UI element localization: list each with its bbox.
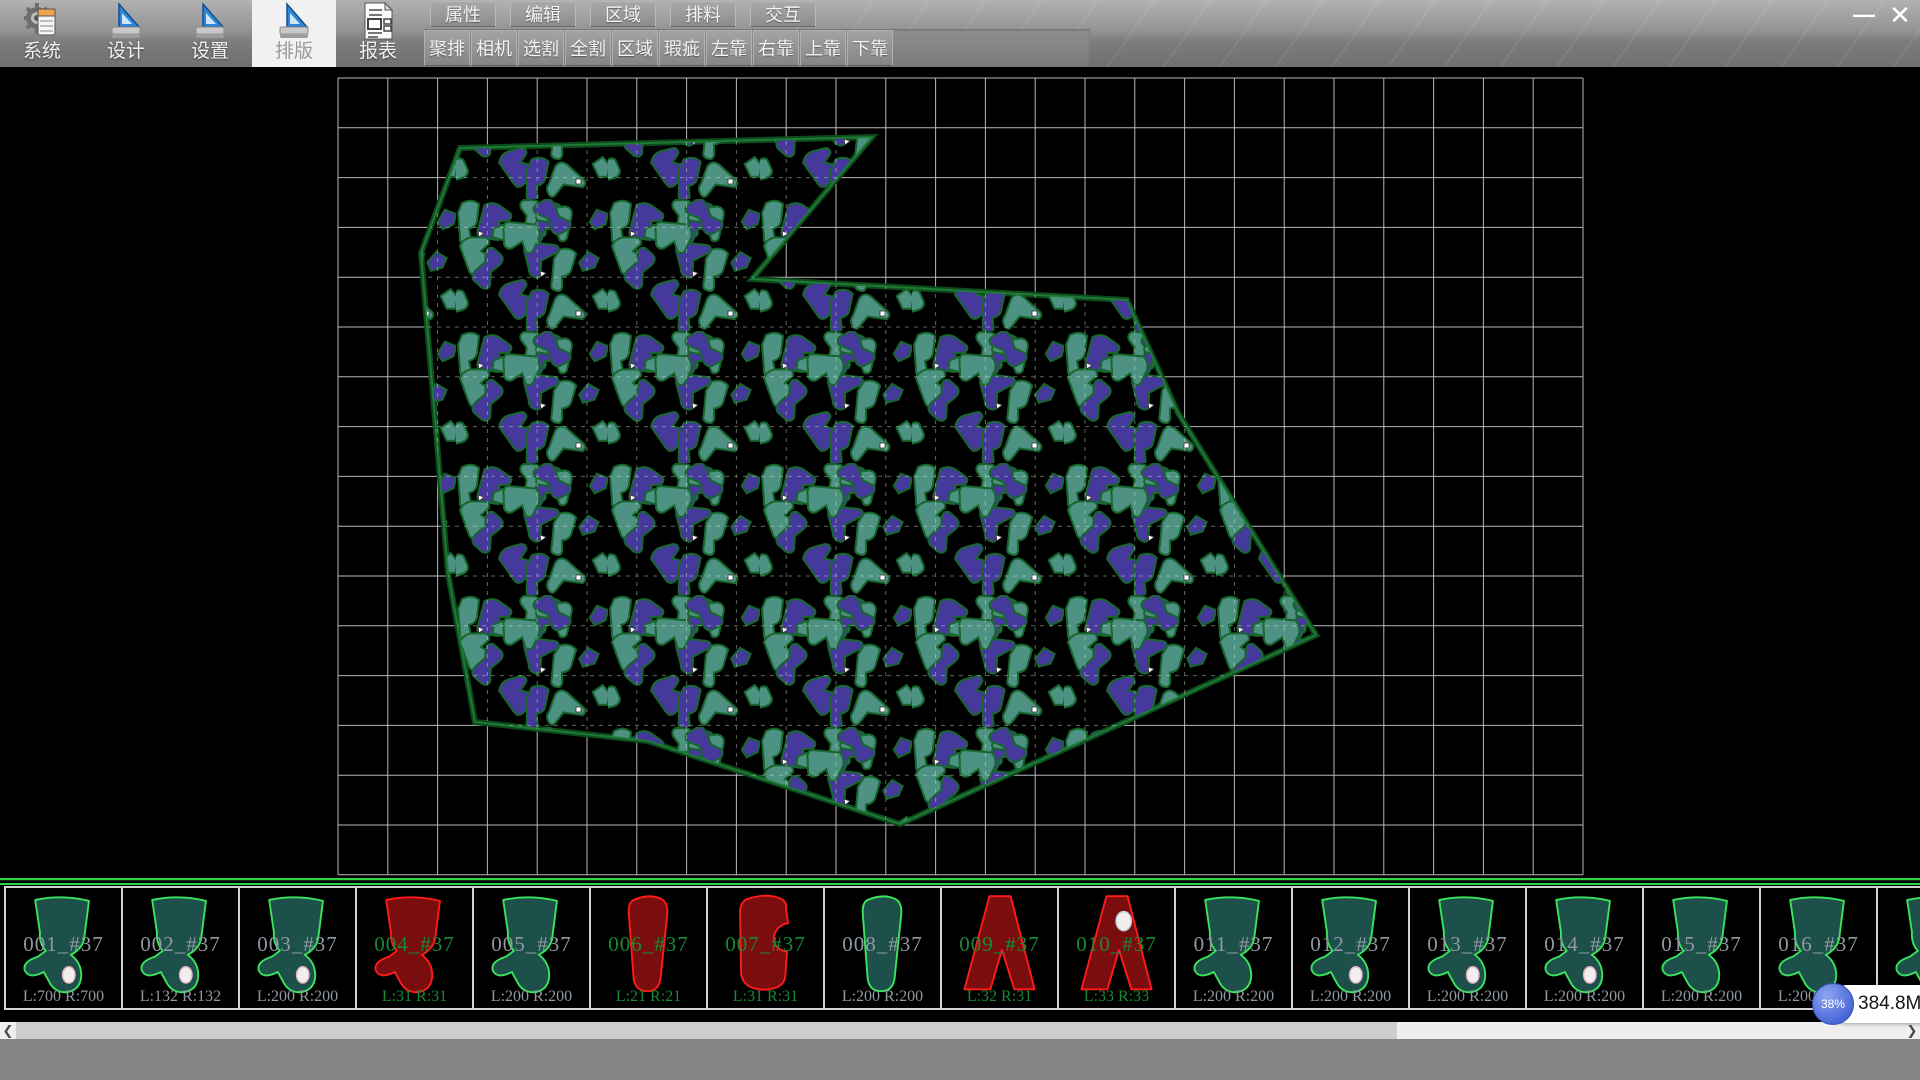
tool-button-瑕疵[interactable]: 瑕疵 <box>659 30 705 66</box>
piece-lr-count: L:200 R:200 <box>1644 988 1759 1006</box>
piece-lr-count: L:700 R:700 <box>6 988 121 1006</box>
piece-thumbnail-013_#37[interactable]: 013_#37 L:200 R:200 <box>1408 886 1525 1010</box>
tool-button-上靠[interactable]: 上靠 <box>800 30 846 66</box>
report-icon <box>358 1 398 41</box>
nav-tab-系统[interactable]: 系统 <box>0 0 84 67</box>
menu-row2: 聚排相机选割全割区域瑕疵左靠右靠上靠下靠 <box>424 30 894 66</box>
set-square-icon <box>190 1 230 41</box>
menu-button-属性[interactable]: 属性 <box>430 1 496 27</box>
piece-thumbnail-011_#37[interactable]: 011_#37 L:200 R:200 <box>1174 886 1291 1010</box>
piece-thumbnail-007_#37[interactable]: 007_#37 L:31 R:31 <box>706 886 823 1010</box>
app-window: 系统设计设置排版报表 属性编辑区域排料交互 聚排相机选割全割区域瑕疵左靠右靠上靠… <box>0 0 1920 1080</box>
piece-lr-count: L:200 R:200 <box>474 988 589 1006</box>
piece-thumbnail-003_#37[interactable]: 003_#37 L:200 R:200 <box>238 886 355 1010</box>
piece-name: 005_#37 <box>474 932 589 957</box>
main-nav-tabs: 系统 设计 设置 排版 报表 <box>0 0 420 67</box>
status-bar <box>0 1039 1920 1080</box>
piece-thumbnail-strip: 001_#37L:700 R:700002_#37L:132 R:132003_… <box>0 878 1920 1010</box>
piece-name: 008_#37 <box>825 932 940 957</box>
nav-tab-label: 报表 <box>359 41 397 63</box>
piece-name: 011_#37 <box>1176 932 1291 957</box>
piece-name: 006_#37 <box>591 932 706 957</box>
nav-tab-设计[interactable]: 设计 <box>84 0 168 67</box>
nesting-canvas[interactable] <box>0 67 1920 878</box>
nav-tab-设置[interactable]: 设置 <box>168 0 252 67</box>
piece-thumbnail-001_#37[interactable]: 001_#37 L:700 R:700 <box>4 886 121 1010</box>
piece-lr-count: L:33 R:33 <box>1059 988 1174 1006</box>
piece-name: 007_#37 <box>708 932 823 957</box>
tool-button-右靠[interactable]: 右靠 <box>753 30 799 66</box>
minimize-button[interactable]: — <box>1846 0 1882 30</box>
piece-thumbnail-010_#37[interactable]: 010_#37 L:33 R:33 <box>1057 886 1174 1010</box>
memory-percent-icon[interactable]: 38% <box>1812 983 1854 1025</box>
menu-button-排料[interactable]: 排料 <box>670 1 736 27</box>
piece-thumbnail-list: 001_#37L:700 R:700002_#37L:132 R:132003_… <box>0 886 1920 1010</box>
scrollbar-thumb[interactable] <box>16 1022 1397 1039</box>
tool-button-聚排[interactable]: 聚排 <box>424 30 470 66</box>
tool-button-下靠[interactable]: 下靠 <box>847 30 893 66</box>
piece-lr-count: L:200 R:200 <box>1293 988 1408 1006</box>
nav-tab-label: 排版 <box>275 41 313 63</box>
piece-lr-count: L:31 R:31 <box>708 988 823 1006</box>
window-controls: — ✕ <box>1846 0 1918 30</box>
menu-button-区域[interactable]: 区域 <box>590 1 656 27</box>
piece-lr-count: L:200 R:200 <box>1176 988 1291 1006</box>
piece-thumbnail-012_#37[interactable]: 012_#37 L:200 R:200 <box>1291 886 1408 1010</box>
piece-thumbnail-014_#37[interactable]: 014_#37 L:200 R:200 <box>1525 886 1642 1010</box>
piece-name: 013_#37 <box>1410 932 1525 957</box>
piece-lr-count: L:21 R:21 <box>591 988 706 1006</box>
piece-name: 009_#37 <box>942 932 1057 957</box>
tool-button-选割[interactable]: 选割 <box>518 30 564 66</box>
piece-lr-count: L:200 R:200 <box>825 988 940 1006</box>
menu-button-交互[interactable]: 交互 <box>750 1 816 27</box>
tool-button-全割[interactable]: 全割 <box>565 30 611 66</box>
piece-thumbnail-005_#37[interactable]: 005_#37 L:200 R:200 <box>472 886 589 1010</box>
set-square-icon <box>106 1 146 41</box>
close-button[interactable]: ✕ <box>1882 0 1918 30</box>
nav-tab-排版[interactable]: 排版 <box>252 0 336 67</box>
piece-thumbnail-004_#37[interactable]: 004_#37 L:31 R:31 <box>355 886 472 1010</box>
piece-name: 012_#37 <box>1293 932 1408 957</box>
menu-row1: 属性编辑区域排料交互 <box>430 1 830 28</box>
piece-thumbnail-002_#37[interactable]: 002_#37 L:132 R:132 <box>121 886 238 1010</box>
nav-tab-报表[interactable]: 报表 <box>336 0 420 67</box>
nav-tab-label: 设置 <box>191 41 229 63</box>
tool-button-区域[interactable]: 区域 <box>612 30 658 66</box>
piece-lr-count: L:200 R:200 <box>1410 988 1525 1006</box>
toolbar: 系统设计设置排版报表 属性编辑区域排料交互 聚排相机选割全割区域瑕疵左靠右靠上靠… <box>0 0 1920 69</box>
piece-thumbnail-009_#37[interactable]: 009_#37 L:32 R:31 <box>940 886 1057 1010</box>
piece-name: 001_#37 <box>6 932 121 957</box>
piece-name: 014_#37 <box>1527 932 1642 957</box>
tool-button-相机[interactable]: 相机 <box>471 30 517 66</box>
piece-name: 015_#37 <box>1644 932 1759 957</box>
piece-lr-count: L:132 R:132 <box>123 988 238 1006</box>
nav-tab-label: 系统 <box>23 41 61 63</box>
nav-tab-label: 设计 <box>107 41 145 63</box>
piece-name: 016_#37 <box>1761 932 1876 957</box>
horizontal-scrollbar[interactable]: ❮ ❯ <box>0 1022 1920 1039</box>
piece-name: 002_#37 <box>123 932 238 957</box>
piece-thumbnail-006_#37[interactable]: 006_#37 L:21 R:21 <box>589 886 706 1010</box>
scroll-left-icon[interactable]: ❮ <box>0 1022 16 1039</box>
piece-name: 010_#37 <box>1059 932 1174 957</box>
piece-thumbnail-008_#37[interactable]: 008_#37 L:200 R:200 <box>823 886 940 1010</box>
hide-nested-pieces <box>421 137 1316 824</box>
strip-top-border <box>0 878 1920 886</box>
set-square-icon <box>274 1 314 41</box>
tool-button-左靠[interactable]: 左靠 <box>706 30 752 66</box>
piece-lr-count: L:200 R:200 <box>1527 988 1642 1006</box>
piece-name: 004_#37 <box>357 932 472 957</box>
piece-lr-count: L:31 R:31 <box>357 988 472 1006</box>
memory-badge[interactable]: 384.8M 38% <box>1812 982 1920 1026</box>
piece-name: 003_#37 <box>240 932 355 957</box>
piece-thumbnail-015_#37[interactable]: 015_#37 L:200 R:200 <box>1642 886 1759 1010</box>
menu-button-编辑[interactable]: 编辑 <box>510 1 576 27</box>
piece-lr-count: L:32 R:31 <box>942 988 1057 1006</box>
piece-lr-count: L:200 R:200 <box>240 988 355 1006</box>
system-gear-icon <box>22 1 62 41</box>
nesting-canvas-svg <box>0 67 1920 878</box>
